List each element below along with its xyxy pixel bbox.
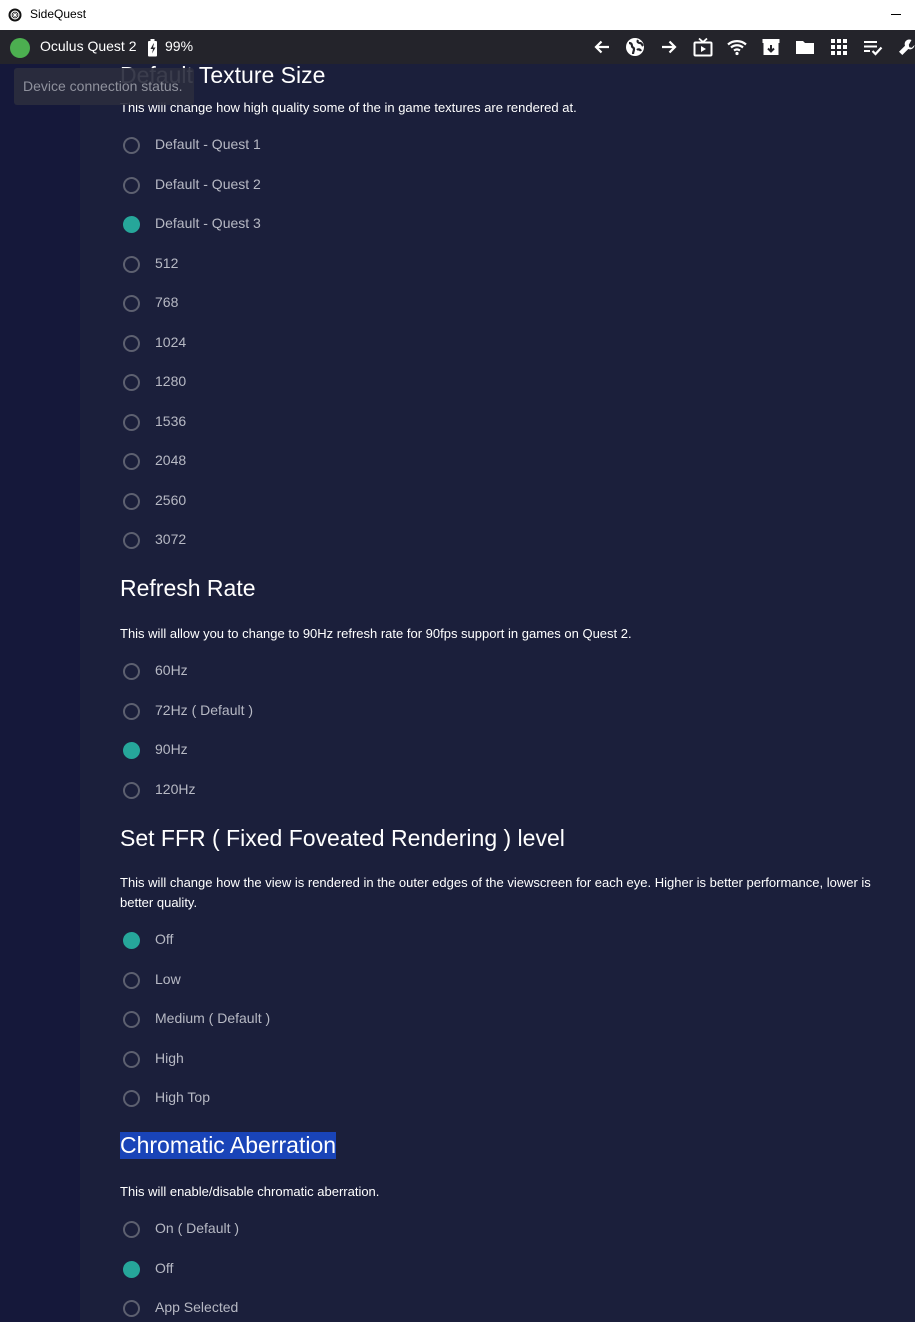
radio-button[interactable] xyxy=(123,932,140,949)
refresh-option[interactable]: 90Hz xyxy=(123,740,423,762)
texture-option[interactable]: 2048 xyxy=(123,451,423,473)
texture-option[interactable]: 2560 xyxy=(123,491,423,513)
radio-button[interactable] xyxy=(123,176,140,194)
texture-option[interactable]: 512 xyxy=(123,254,423,276)
radio-label: 2560 xyxy=(155,491,187,508)
radio-button[interactable] xyxy=(123,374,140,391)
radio-label: Default - Quest 2 xyxy=(155,175,261,192)
texture-option[interactable]: Default - Quest 3 xyxy=(123,214,423,236)
radio-button[interactable] xyxy=(123,453,140,470)
radio-button[interactable] xyxy=(123,1090,140,1107)
battery-icon xyxy=(147,39,159,62)
forward-arrow-icon[interactable] xyxy=(659,37,679,57)
connection-status-tooltip: Device connection status. xyxy=(14,68,194,105)
texture-option[interactable]: 1024 xyxy=(123,333,423,355)
minimize-button[interactable] xyxy=(887,6,905,24)
radio-label: Default - Quest 3 xyxy=(155,215,261,231)
battery-level: 99% xyxy=(165,38,194,54)
wifi-icon[interactable] xyxy=(727,37,747,57)
ffr-option[interactable]: Medium ( Default ) xyxy=(123,1009,423,1031)
radio-button[interactable] xyxy=(123,413,140,431)
chromatic-option[interactable]: App Selected xyxy=(123,1298,423,1320)
texture-option[interactable]: Default - Quest 1 xyxy=(123,135,423,157)
refresh-rate-title: Refresh Rate xyxy=(120,575,256,601)
radio-button[interactable] xyxy=(123,742,140,759)
refresh-option[interactable]: 120Hz xyxy=(123,780,423,802)
chromatic-option[interactable]: On ( Default ) xyxy=(123,1219,423,1241)
radio-button[interactable] xyxy=(123,532,140,549)
grid-icon[interactable] xyxy=(829,37,849,57)
connection-status-indicator[interactable] xyxy=(10,38,30,58)
radio-button[interactable] xyxy=(123,971,140,989)
radio-button[interactable] xyxy=(123,702,140,720)
radio-label: 72Hz ( Default ) xyxy=(155,701,254,718)
radio-button[interactable] xyxy=(123,295,140,312)
device-name: Oculus Quest 2 xyxy=(40,38,137,54)
back-arrow-icon[interactable] xyxy=(592,37,612,57)
folder-icon[interactable] xyxy=(795,37,815,57)
refresh-option[interactable]: 72Hz ( Default ) xyxy=(123,701,423,723)
radio-button[interactable] xyxy=(123,334,140,352)
device-toolbar: Oculus Quest 2 99% xyxy=(0,30,915,64)
radio-button[interactable] xyxy=(123,137,140,154)
radio-label: 2048 xyxy=(155,452,187,468)
texture-option[interactable]: 1280 xyxy=(123,372,423,394)
radio-label: Off xyxy=(155,1259,174,1276)
radio-button[interactable] xyxy=(123,663,140,680)
radio-label: High xyxy=(155,1049,184,1066)
globe-icon[interactable] xyxy=(625,37,645,57)
texture-option[interactable]: 3072 xyxy=(123,530,423,552)
radio-button[interactable] xyxy=(123,1300,140,1317)
checklist-icon[interactable] xyxy=(863,37,883,57)
ffr-title: Set FFR ( Fixed Foveated Rendering ) lev… xyxy=(120,825,565,851)
texture-option[interactable]: 1536 xyxy=(123,412,423,434)
download-box-icon[interactable] xyxy=(761,37,781,57)
radio-label: Medium ( Default ) xyxy=(155,1010,271,1026)
radio-label: Off xyxy=(155,931,174,947)
radio-label: 90Hz xyxy=(155,741,188,757)
radio-label: 3072 xyxy=(155,531,187,547)
radio-label: On ( Default ) xyxy=(155,1220,240,1236)
texture-size-description: This will change how high quality some o… xyxy=(120,100,577,115)
wrench-icon[interactable] xyxy=(897,37,915,57)
radio-label: Default - Quest 1 xyxy=(155,136,261,152)
radio-label: 1024 xyxy=(155,333,187,350)
radio-button[interactable] xyxy=(123,492,140,510)
chromatic-aberration-description: This will enable/disable chromatic aberr… xyxy=(120,1184,380,1199)
texture-option[interactable]: 768 xyxy=(123,293,423,315)
ffr-option[interactable]: Low xyxy=(123,970,423,992)
radio-button[interactable] xyxy=(123,781,140,799)
sidebar xyxy=(0,64,80,1322)
radio-button[interactable] xyxy=(123,255,140,273)
radio-label: App Selected xyxy=(155,1299,239,1315)
ffr-option[interactable]: High xyxy=(123,1049,423,1071)
radio-button[interactable] xyxy=(123,1050,140,1068)
tv-icon[interactable] xyxy=(693,37,713,57)
radio-label: 60Hz xyxy=(155,662,188,678)
radio-button[interactable] xyxy=(123,1260,140,1278)
ffr-option[interactable]: High Top xyxy=(123,1088,423,1110)
refresh-rate-description: This will allow you to change to 90Hz re… xyxy=(120,626,632,641)
radio-label: 1280 xyxy=(155,373,187,389)
sidequest-logo-icon xyxy=(8,8,22,22)
chromatic-option[interactable]: Off xyxy=(123,1259,423,1281)
window-title: SideQuest xyxy=(30,7,87,21)
radio-label: 768 xyxy=(155,294,179,310)
texture-option[interactable]: Default - Quest 2 xyxy=(123,175,423,197)
radio-label: 1536 xyxy=(155,412,187,429)
radio-button[interactable] xyxy=(123,1221,140,1238)
radio-button[interactable] xyxy=(123,1011,140,1028)
radio-label: 120Hz xyxy=(155,780,196,797)
radio-label: 512 xyxy=(155,254,179,271)
chromatic-aberration-title: Chromatic Aberration xyxy=(120,1132,337,1159)
radio-button[interactable] xyxy=(123,216,140,233)
radio-label: Low xyxy=(155,970,181,987)
ffr-description: This will change how the view is rendere… xyxy=(120,875,871,910)
radio-label: High Top xyxy=(155,1089,211,1105)
refresh-option[interactable]: 60Hz xyxy=(123,661,423,683)
window-title-bar: SideQuest xyxy=(0,0,915,30)
ffr-option[interactable]: Off xyxy=(123,930,423,952)
